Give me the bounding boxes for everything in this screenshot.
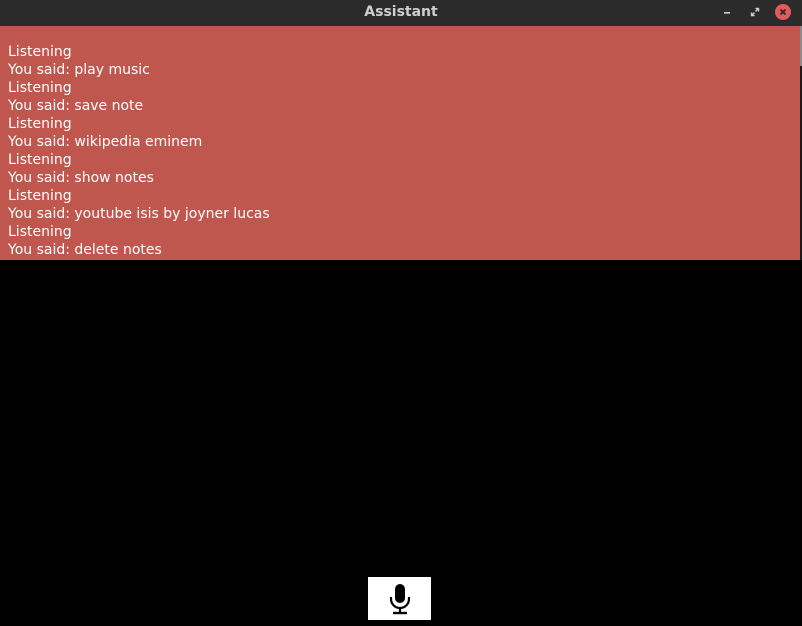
log-line: Listening xyxy=(8,188,72,204)
log-line: You said: save note xyxy=(8,98,144,114)
log-line: You said: play music xyxy=(8,62,150,78)
assistant-window: Assistant Listening You said: play music… xyxy=(0,0,802,626)
log-line: You said: delete notes xyxy=(8,242,162,258)
log-line: Listening xyxy=(8,80,72,96)
log-line: Listening xyxy=(8,224,72,240)
title-bar[interactable]: Assistant xyxy=(0,0,802,26)
close-icon xyxy=(779,8,787,16)
conversation-log[interactable]: Listening You said: play music Listening… xyxy=(0,26,800,260)
minimize-icon xyxy=(724,12,730,14)
log-line: Listening xyxy=(8,152,72,168)
window-title: Assistant xyxy=(364,4,438,20)
log-line: You said: youtube isis by joyner lucas xyxy=(8,206,270,222)
log-line: Listening xyxy=(8,44,72,60)
close-button[interactable] xyxy=(775,4,791,20)
minimize-button[interactable] xyxy=(719,4,735,20)
microphone-button[interactable] xyxy=(368,577,431,620)
maximize-button[interactable] xyxy=(747,4,763,20)
log-line: You said: show notes xyxy=(8,170,154,186)
log-line: You said: wikipedia eminem xyxy=(8,134,203,150)
log-line: Listening xyxy=(8,116,72,132)
microphone-icon xyxy=(389,583,410,614)
maximize-icon xyxy=(750,7,760,17)
